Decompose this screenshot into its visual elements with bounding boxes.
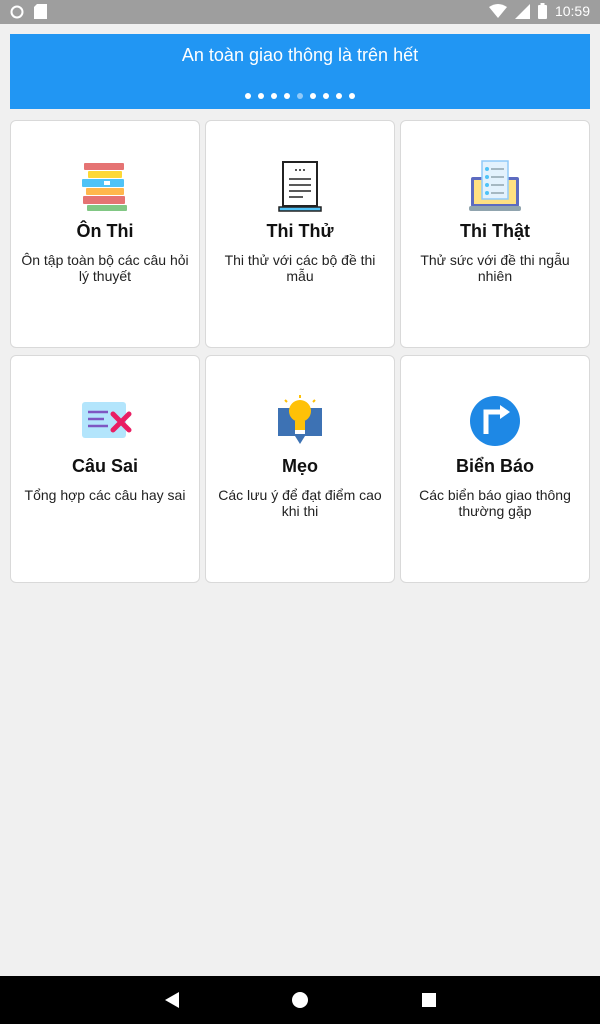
card-description: Các biển báo giao thông thường gặp xyxy=(419,487,571,519)
battery-icon xyxy=(537,3,547,19)
card-title: Thi Thật xyxy=(460,221,530,241)
back-icon[interactable] xyxy=(163,990,181,1010)
card-description: Các lưu ý để đạt điểm cao khi thi xyxy=(218,487,382,519)
status-bar: 10:59 xyxy=(0,0,600,24)
card-title: Thi Thử xyxy=(266,221,334,241)
carousel-dot xyxy=(271,93,277,99)
menu-grid: Ôn Thi Ôn tập toàn bộ các câu hỏi lý thu… xyxy=(10,120,590,583)
books-icon xyxy=(82,163,127,211)
card-title: Biển Báo xyxy=(455,456,534,476)
card-description: Thử sức với đề thi ngẫu nhiên xyxy=(420,252,570,284)
banner-carousel[interactable]: An toàn giao thông là trên hết xyxy=(10,34,590,109)
card-description: Tổng hợp các câu hay sai xyxy=(24,487,186,503)
carousel-dot xyxy=(284,93,290,99)
card-description: Thi thử với các bộ đề thi mẫu xyxy=(224,252,376,284)
wifi-icon xyxy=(488,3,507,18)
card-bien-bao[interactable]: Biển Báo Các biển báo giao thông thường … xyxy=(400,355,590,583)
recents-icon[interactable] xyxy=(420,990,438,1010)
clock: 10:59 xyxy=(554,3,590,19)
carousel-dot xyxy=(323,93,329,99)
sd-card-icon xyxy=(34,4,47,19)
signal-icon xyxy=(514,3,530,19)
navigation-bar xyxy=(0,976,600,1024)
card-description: Ôn tập toàn bộ các câu hỏi lý thuyết xyxy=(21,252,189,284)
carousel-indicator xyxy=(10,93,590,99)
carousel-dot xyxy=(245,93,251,99)
card-cau-sai[interactable]: Câu Sai Tổng hợp các câu hay sai xyxy=(10,355,200,583)
carousel-dot xyxy=(258,93,264,99)
card-title: Mẹo xyxy=(282,456,318,476)
card-title: Câu Sai xyxy=(71,456,139,476)
wrong-note-icon xyxy=(82,402,132,438)
card-meo[interactable]: Mẹo Các lưu ý để đạt điểm cao khi thi xyxy=(205,355,395,583)
circle-status-icon xyxy=(10,5,24,18)
carousel-dot xyxy=(349,93,355,99)
card-title: Ôn Thi xyxy=(76,221,134,241)
carousel-dot xyxy=(336,93,342,99)
carousel-dot-active xyxy=(297,93,303,99)
banner-title: An toàn giao thông là trên hết xyxy=(181,45,419,65)
carousel-dot xyxy=(310,93,316,99)
document-icon xyxy=(278,161,322,212)
traffic-sign-icon xyxy=(470,396,520,446)
card-thi-thu[interactable]: Thi Thử Thi thử với các bộ đề thi mẫu xyxy=(205,120,395,348)
home-icon[interactable] xyxy=(290,990,310,1010)
lightbulb-icon xyxy=(278,395,322,444)
checklist-laptop-icon xyxy=(469,160,521,211)
card-on-thi[interactable]: Ôn Thi Ôn tập toàn bộ các câu hỏi lý thu… xyxy=(10,120,200,348)
card-thi-that[interactable]: Thi Thật Thử sức với đề thi ngẫu nhiên xyxy=(400,120,590,348)
